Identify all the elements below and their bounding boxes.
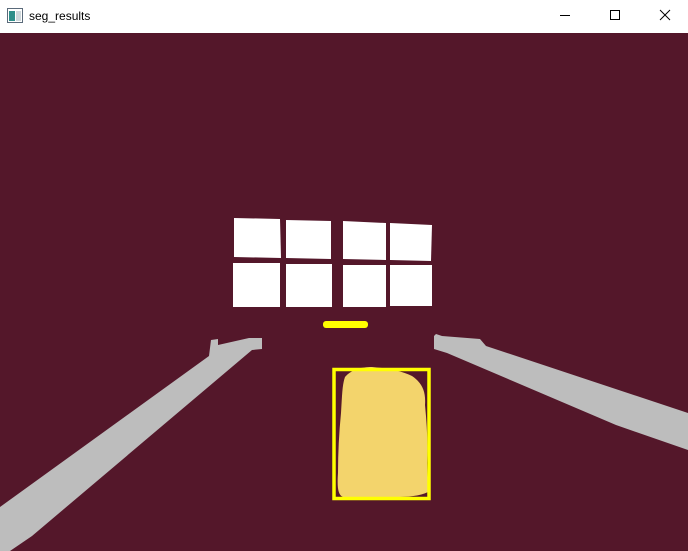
window-pane — [286, 264, 332, 307]
window-pane — [343, 221, 386, 260]
maximize-icon — [609, 8, 621, 26]
segmentation-canvas — [0, 33, 688, 551]
window-pane — [390, 223, 432, 261]
maximize-button[interactable] — [592, 0, 638, 33]
seg-results-window: seg_results — [0, 0, 688, 551]
detected-object-region — [337, 367, 428, 497]
small-yellow-detection — [323, 321, 368, 328]
window-title: seg_results — [29, 9, 91, 23]
window-pane — [343, 265, 386, 307]
window-pane — [286, 220, 331, 259]
window-pane — [234, 218, 281, 258]
window-pane — [390, 265, 432, 306]
segmentation-image — [0, 33, 688, 551]
window-pane — [233, 263, 280, 307]
title-bar[interactable]: seg_results — [0, 0, 688, 33]
minimize-icon — [559, 8, 571, 26]
close-button[interactable] — [642, 0, 688, 33]
close-icon — [659, 8, 671, 26]
app-window-icon — [7, 8, 23, 23]
minimize-button[interactable] — [542, 0, 588, 33]
